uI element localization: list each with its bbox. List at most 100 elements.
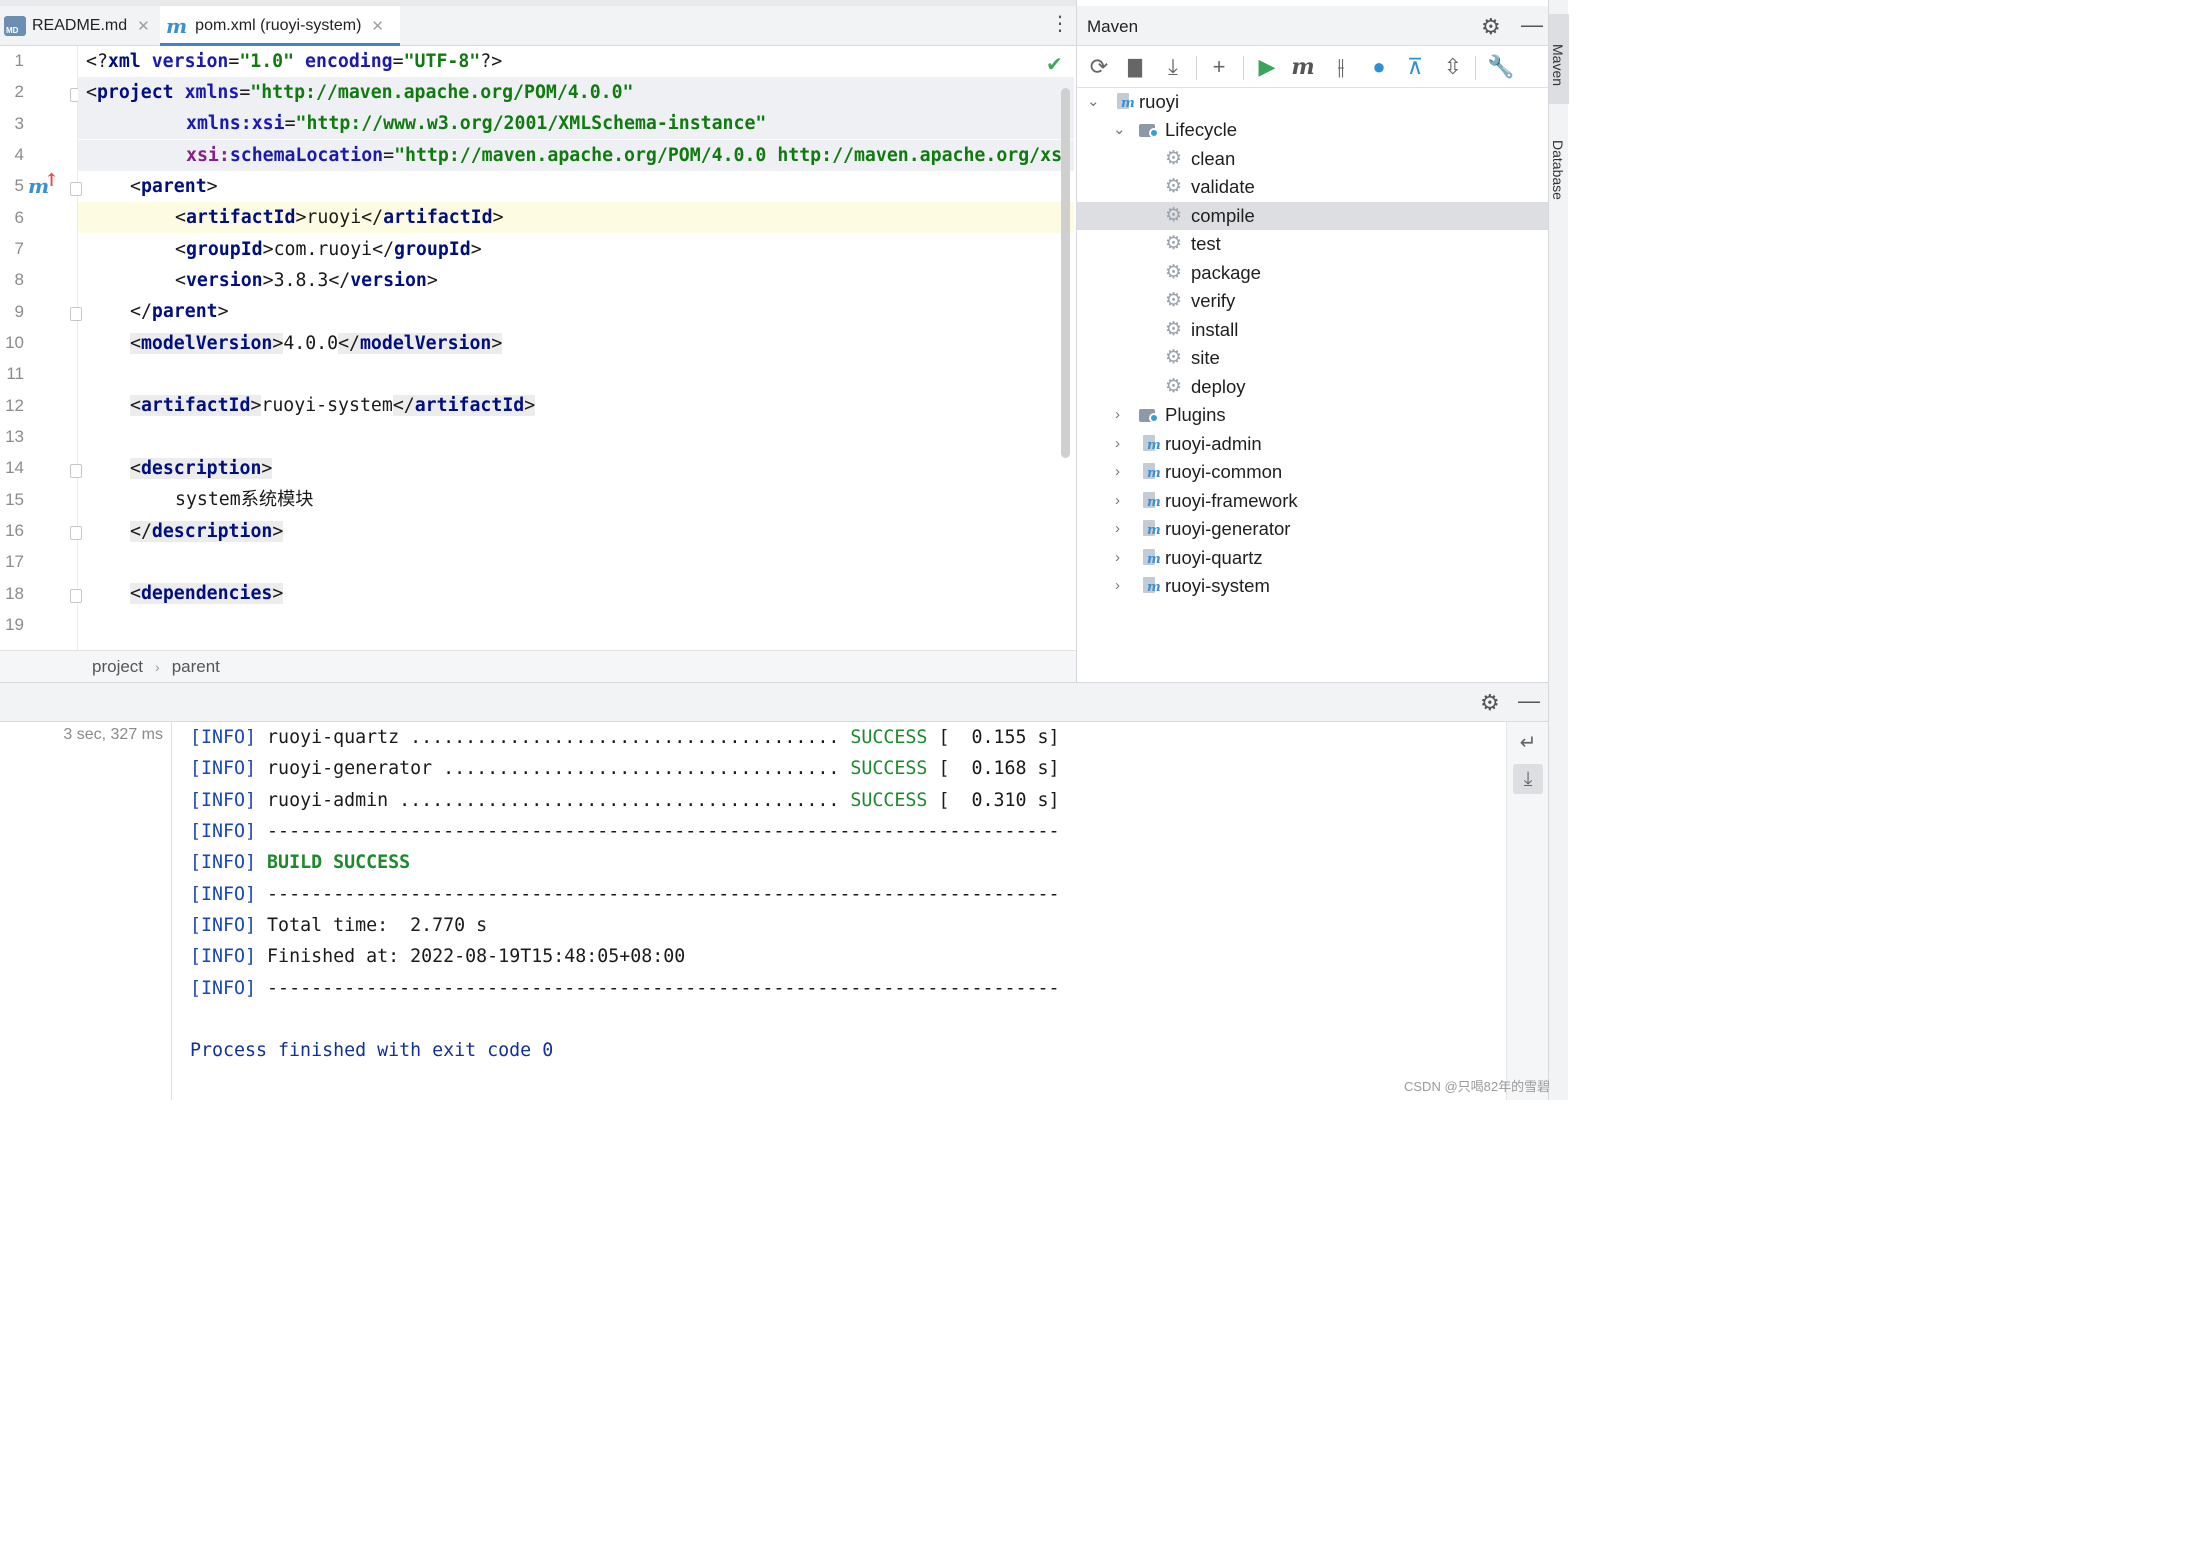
minimize-icon[interactable]: —	[1521, 12, 1543, 38]
tree-node-ruoyi[interactable]: ⌄ m ruoyi	[1077, 88, 1549, 116]
console-text: ----------------------------------------…	[256, 884, 1060, 905]
close-icon[interactable]: ✕	[371, 17, 384, 35]
tree-node-goal[interactable]: ⚙ site	[1077, 344, 1549, 372]
scroll-to-end-icon[interactable]: ⤓	[1513, 764, 1543, 794]
chevron-down-icon[interactable]: ⌄	[1113, 116, 1126, 144]
navigate-to-parent-pom-icon[interactable]: m ↑	[28, 170, 59, 198]
chevron-right-icon: ›	[155, 658, 160, 675]
line-number: 19	[5, 615, 24, 634]
tree-node-goal-selected[interactable]: ⚙ compile	[1077, 202, 1549, 230]
code-token: >	[272, 333, 284, 354]
tree-node-goal[interactable]: ⚙ install	[1077, 316, 1549, 344]
tree-node-module[interactable]: › m ruoyi-framework	[1077, 487, 1549, 515]
line-number: 15	[5, 490, 24, 509]
editor-scrollbar[interactable]	[1061, 88, 1070, 458]
execute-goal-icon[interactable]: m	[1289, 54, 1317, 80]
tree-node-module[interactable]: › m ruoyi-common	[1077, 458, 1549, 486]
gear-icon[interactable]: ⚙	[1480, 690, 1500, 716]
run-icon[interactable]: ▶	[1253, 54, 1281, 80]
code-line: system系统模块	[78, 484, 1074, 515]
line-number: 6	[14, 208, 24, 227]
tree-node-module[interactable]: › m ruoyi-system	[1077, 572, 1549, 600]
stripe-button-database[interactable]: Database	[1549, 120, 1569, 220]
console-line: [INFO] Finished at: 2022-08-19T15:48:05+…	[190, 941, 685, 972]
skip-tests-icon[interactable]: ●	[1365, 54, 1393, 80]
add-icon[interactable]: +	[1205, 54, 1233, 80]
tree-node-label: compile	[1191, 205, 1255, 226]
console-output[interactable]: [INFO] ruoyi-quartz ....................…	[190, 722, 1500, 1100]
close-icon[interactable]: ✕	[137, 17, 150, 35]
line-number: 13	[5, 427, 24, 446]
tree-node-module[interactable]: › m ruoyi-quartz	[1077, 544, 1549, 572]
tree-node-goal[interactable]: ⚙ verify	[1077, 287, 1549, 315]
line-number: 8	[14, 270, 24, 289]
breadcrumb-item-parent[interactable]: parent	[172, 657, 220, 677]
code-line-current: <artifactId>ruoyi</artifactId>	[78, 202, 1074, 233]
breadcrumb-item-project[interactable]: project	[92, 657, 143, 677]
code-line: </parent>	[78, 296, 1074, 327]
minimize-icon[interactable]: —	[1518, 688, 1540, 714]
gear-icon: ⚙	[1165, 319, 1183, 340]
code-token: <	[175, 270, 186, 291]
line-number: 3	[14, 114, 24, 133]
console-text: [ 0.310 s]	[927, 790, 1060, 811]
line-number: 12	[5, 396, 24, 415]
tab-pom-xml[interactable]: m pom.xml (ruoyi-system) ✕	[160, 6, 400, 46]
chevron-right-icon[interactable]: ›	[1115, 515, 1120, 543]
code-editor[interactable]: 1 2 3 4 5 6 7 8 9 10 11 12 13 14 15 16 1…	[0, 46, 1076, 650]
tab-readme[interactable]: MD README.md ✕	[4, 6, 156, 46]
reload-icon[interactable]: ⟳	[1085, 54, 1113, 80]
code-token: >	[470, 239, 482, 260]
chevron-right-icon[interactable]: ›	[1115, 401, 1120, 429]
code-token: description	[151, 521, 273, 542]
code-line: <?xml version="1.0" encoding="UTF-8"?>	[78, 46, 1074, 77]
collapse-all-icon[interactable]: ⇳	[1439, 54, 1467, 80]
more-options-icon[interactable]: ⋮	[1050, 14, 1070, 34]
maven-tool-window: Maven ⚙ — ⟳ ▇ ⤓ + ▶ m ⫲ ● ⊼ ⇳ 🔧 ⌄ m ruoy…	[1076, 0, 1549, 682]
tree-node-label: ruoyi-admin	[1165, 433, 1262, 454]
tree-node-module[interactable]: › m ruoyi-admin	[1077, 430, 1549, 458]
tree-node-goal[interactable]: ⚙ deploy	[1077, 373, 1549, 401]
soft-wrap-icon[interactable]: ↵	[1513, 728, 1543, 758]
console-text: Total time: 2.770 s	[256, 915, 488, 936]
maven-project-tree[interactable]: ⌄ m ruoyi ⌄ Lifecycle ⚙ clean ⚙ validate…	[1077, 88, 1549, 682]
code-line: xsi:schemaLocation="http://maven.apache.…	[78, 140, 1074, 171]
chevron-right-icon[interactable]: ›	[1115, 572, 1120, 600]
code-token: =	[383, 145, 395, 166]
generate-sources-icon[interactable]: ▇	[1121, 54, 1149, 80]
tree-node-label: validate	[1191, 176, 1255, 197]
code-line: <parent>	[78, 171, 1074, 202]
code-token: encoding	[294, 51, 393, 72]
chevron-right-icon[interactable]: ›	[1115, 544, 1120, 572]
tree-node-goal[interactable]: ⚙ clean	[1077, 145, 1549, 173]
chevron-right-icon[interactable]: ›	[1115, 430, 1120, 458]
show-dependencies-icon[interactable]: ⊼	[1401, 54, 1429, 80]
chevron-down-icon[interactable]: ⌄	[1087, 88, 1100, 116]
chevron-right-icon[interactable]: ›	[1115, 487, 1120, 515]
settings-wrench-icon[interactable]: 🔧	[1487, 54, 1515, 80]
build-tree-pane[interactable]: 3 sec, 327 ms	[0, 722, 172, 1100]
tree-node-goal[interactable]: ⚙ validate	[1077, 173, 1549, 201]
tree-node-label: ruoyi	[1139, 91, 1180, 112]
toggle-offline-icon[interactable]: ⫲	[1327, 54, 1355, 80]
chevron-right-icon[interactable]: ›	[1115, 458, 1120, 486]
code-token: <	[130, 176, 141, 197]
stripe-button-maven[interactable]: Maven	[1549, 14, 1569, 104]
code-token: version	[185, 270, 263, 291]
gear-icon: ⚙	[1165, 347, 1183, 368]
code-line: <artifactId>ruoyi-system</artifactId>	[78, 390, 1074, 421]
tree-node-plugins[interactable]: › Plugins	[1077, 401, 1549, 429]
no-problems-check-icon[interactable]: ✔	[1046, 52, 1063, 77]
tree-node-goal[interactable]: ⚙ package	[1077, 259, 1549, 287]
download-icon[interactable]: ⤓	[1159, 54, 1187, 80]
code-token: >	[272, 583, 284, 604]
code-area[interactable]: <?xml version="1.0" encoding="UTF-8"?> <…	[78, 46, 1074, 650]
gear-icon[interactable]: ⚙	[1481, 14, 1501, 40]
code-token: >	[426, 270, 438, 291]
code-token: </	[328, 270, 351, 291]
tree-node-module[interactable]: › m ruoyi-generator	[1077, 515, 1549, 543]
tree-node-lifecycle[interactable]: ⌄ Lifecycle	[1077, 116, 1549, 144]
code-token: xsi	[251, 113, 285, 134]
code-token: </	[130, 521, 152, 542]
tree-node-goal[interactable]: ⚙ test	[1077, 230, 1549, 258]
